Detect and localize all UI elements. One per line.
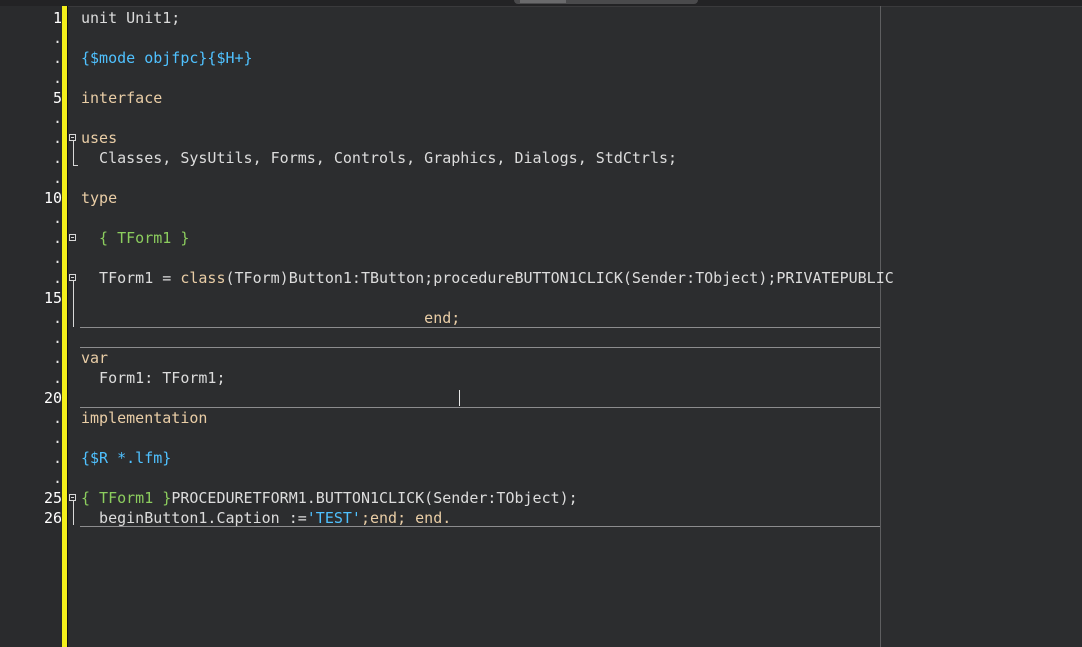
code-line-16[interactable]: end;: [81, 308, 460, 328]
line-marker: .: [52, 209, 62, 227]
line-marker: .: [52, 329, 62, 347]
fold-toggle-icon[interactable]: [69, 494, 76, 501]
code-line-25[interactable]: { TForm1 }PROCEDURETFORM1.BUTTON1CLICK(S…: [81, 488, 578, 508]
line-marker: .: [52, 129, 62, 147]
line-number: 15: [43, 289, 62, 307]
line-number: 5: [52, 89, 62, 107]
code-line-21[interactable]: implementation: [81, 408, 207, 428]
code-line-26[interactable]: beginButton1.Caption :='TEST';end; end.: [81, 508, 451, 528]
line-marker: .: [52, 469, 62, 487]
line-marker: .: [52, 29, 62, 47]
fold-guide-end: [73, 165, 78, 166]
code-token: (TForm)Button1:TButton;procedureBUTTON1C…: [225, 269, 894, 287]
section-divider: [80, 347, 880, 348]
code-line-1[interactable]: unit Unit1;: [81, 8, 180, 28]
code-line-3[interactable]: {$mode objfpc}{$H+}: [81, 48, 253, 68]
code-line-10[interactable]: type: [81, 188, 117, 208]
line-marker: .: [52, 349, 62, 367]
code-line-8[interactable]: Classes, SysUtils, Forms, Controls, Grap…: [81, 148, 677, 168]
fold-guide-line: [73, 141, 74, 165]
code-string: 'TEST': [306, 509, 361, 527]
fold-toggle-icon[interactable]: [69, 274, 76, 281]
code-keyword: class: [180, 269, 226, 287]
code-line-12[interactable]: { TForm1 }: [81, 228, 189, 248]
line-marker: .: [52, 409, 62, 427]
fold-guide-line: [73, 281, 74, 327]
line-number: 1: [52, 9, 62, 27]
line-marker: .: [52, 449, 62, 467]
line-marker: .: [52, 369, 62, 387]
line-number: 25: [43, 489, 62, 507]
fold-toggle-icon[interactable]: [69, 234, 76, 241]
code-token: PROCEDURETFORM1.BUTTON1CLICK(Sender:TObj…: [171, 489, 578, 507]
code-line-14[interactable]: TForm1 = class(TForm)Button1:TButton;pro…: [81, 268, 894, 288]
line-number: 10: [43, 189, 62, 207]
code-line-19[interactable]: Form1: TForm1;: [81, 368, 225, 388]
line-marker: .: [52, 169, 62, 187]
line-number: 20: [43, 389, 62, 407]
line-marker: .: [52, 109, 62, 127]
line-number: 26: [43, 509, 62, 527]
text-caret: [459, 390, 460, 406]
line-marker: .: [52, 429, 62, 447]
code-line-5[interactable]: interface: [81, 88, 162, 108]
scroll-tab-thumb[interactable]: [520, 0, 566, 3]
code-keyword: ;end; end.: [360, 509, 452, 527]
line-marker: .: [52, 269, 62, 287]
line-marker: .: [52, 229, 62, 247]
line-marker: .: [52, 149, 62, 167]
code-comment: { TForm1 }: [81, 489, 172, 507]
code-line-7[interactable]: uses: [81, 128, 117, 148]
code-line-18[interactable]: var: [81, 348, 108, 368]
fold-toggle-icon[interactable]: [69, 134, 76, 141]
fold-guide-line: [73, 501, 74, 525]
code-token: beginButton1.Caption :=: [81, 509, 307, 527]
code-editor[interactable]: 1 . . . 5 . . . . 10 . . . . 15 . . . . …: [0, 0, 1082, 647]
right-margin-line: [880, 6, 881, 647]
line-number-gutter[interactable]: 1 . . . 5 . . . . 10 . . . . 15 . . . . …: [0, 6, 62, 647]
code-line-23[interactable]: {$R *.lfm}: [81, 448, 171, 468]
line-marker: .: [52, 309, 62, 327]
line-marker: .: [52, 69, 62, 87]
code-token: TForm1 =: [81, 269, 181, 287]
line-marker: .: [52, 49, 62, 67]
gutter-separator: [67, 6, 68, 647]
line-marker: .: [52, 249, 62, 267]
